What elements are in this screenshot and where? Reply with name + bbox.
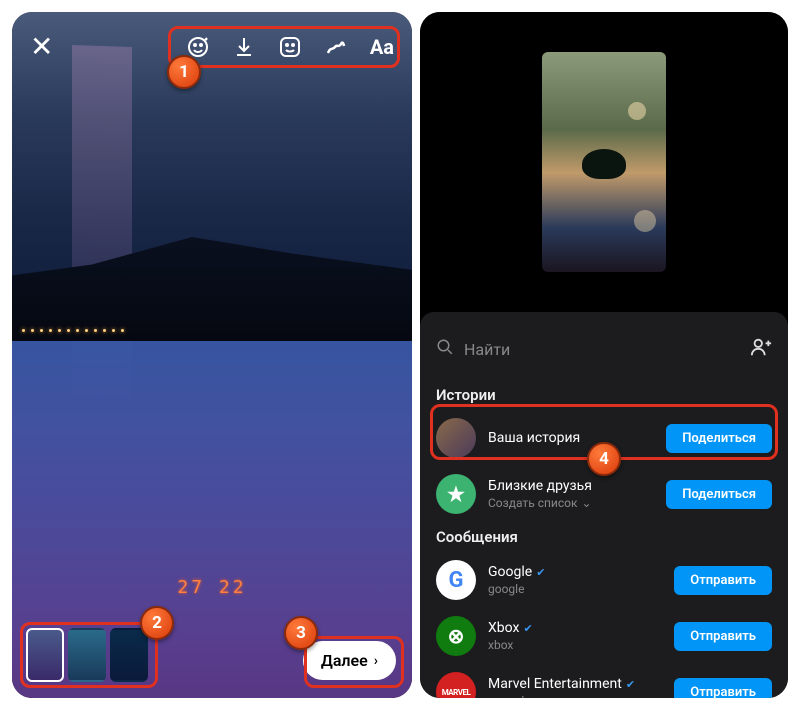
send-button-marvel[interactable]: Отправить (674, 678, 772, 699)
thumbnail-2[interactable] (68, 628, 106, 682)
google-avatar: G (436, 560, 476, 600)
close-friends-avatar: ★ (436, 474, 476, 514)
share-sheet: Найти Истории Ваша история Поделиться ★ … (420, 312, 788, 698)
your-story-avatar (436, 418, 476, 458)
stories-section-header: Истории (436, 386, 772, 404)
contact-name: Xbox (488, 620, 519, 636)
verified-icon: ✔ (626, 678, 635, 691)
close-friends-label: Близкие друзья (488, 478, 654, 494)
your-story-label: Ваша история (488, 430, 654, 446)
story-preview-image[interactable] (542, 52, 666, 272)
effects-icon[interactable] (186, 35, 210, 59)
contact-handle: xbox (488, 638, 662, 652)
sticker-icon[interactable] (278, 35, 302, 59)
xbox-avatar: ⊗ (436, 616, 476, 656)
send-button-google[interactable]: Отправить (674, 566, 772, 595)
annotation-marker-1: 1 (167, 55, 201, 89)
annotation-marker-2: 2 (140, 606, 174, 640)
messages-section-header: Сообщения (436, 528, 772, 546)
annotation-marker-3: 3 (284, 616, 318, 650)
next-button[interactable]: Далее › (303, 641, 396, 680)
story-editor-screen: 27 22 ✕ Aa (12, 12, 412, 698)
send-button-xbox[interactable]: Отправить (674, 622, 772, 651)
add-people-icon[interactable] (750, 336, 772, 362)
thumbnail-1[interactable] (26, 628, 64, 682)
search-icon (436, 338, 454, 360)
contact-row-google[interactable]: G Google ✔ google Отправить (436, 552, 772, 608)
chevron-right-icon: › (374, 653, 378, 669)
verified-icon: ✔ (523, 622, 532, 635)
chevron-down-icon: ⌄ (581, 496, 591, 510)
download-icon[interactable] (232, 35, 256, 59)
verified-icon: ✔ (536, 566, 545, 579)
your-story-share-button[interactable]: Поделиться (666, 424, 772, 453)
contact-name: Marvel Entertainment (488, 676, 622, 692)
media-thumbnails (26, 628, 148, 682)
annotation-marker-4: 4 (587, 442, 621, 476)
share-sheet-screen: Найти Истории Ваша история Поделиться ★ … (420, 12, 788, 698)
contact-row-xbox[interactable]: ⊗ Xbox ✔ xbox Отправить (436, 608, 772, 664)
photo-date-stamp: 27 22 (177, 577, 246, 598)
close-icon[interactable]: ✕ (30, 30, 53, 63)
next-button-label: Далее (321, 651, 368, 670)
contact-name: Google (488, 564, 532, 580)
story-preview-area (420, 12, 788, 312)
close-friends-share-button[interactable]: Поделиться (666, 480, 772, 509)
contact-row-marvel[interactable]: MARVEL Marvel Entertainment ✔ marvel Отпр… (436, 664, 772, 698)
contact-handle: google (488, 582, 662, 596)
draw-icon[interactable] (324, 35, 348, 59)
editor-toolbar: Aa (186, 35, 394, 59)
thumbnail-3[interactable] (110, 628, 148, 682)
contact-handle: marvel (488, 694, 662, 698)
close-friends-sub: Создать список (488, 496, 577, 510)
search-input[interactable]: Найти (464, 340, 740, 359)
marvel-avatar: MARVEL (436, 672, 476, 698)
text-tool-icon[interactable]: Aa (370, 35, 394, 59)
